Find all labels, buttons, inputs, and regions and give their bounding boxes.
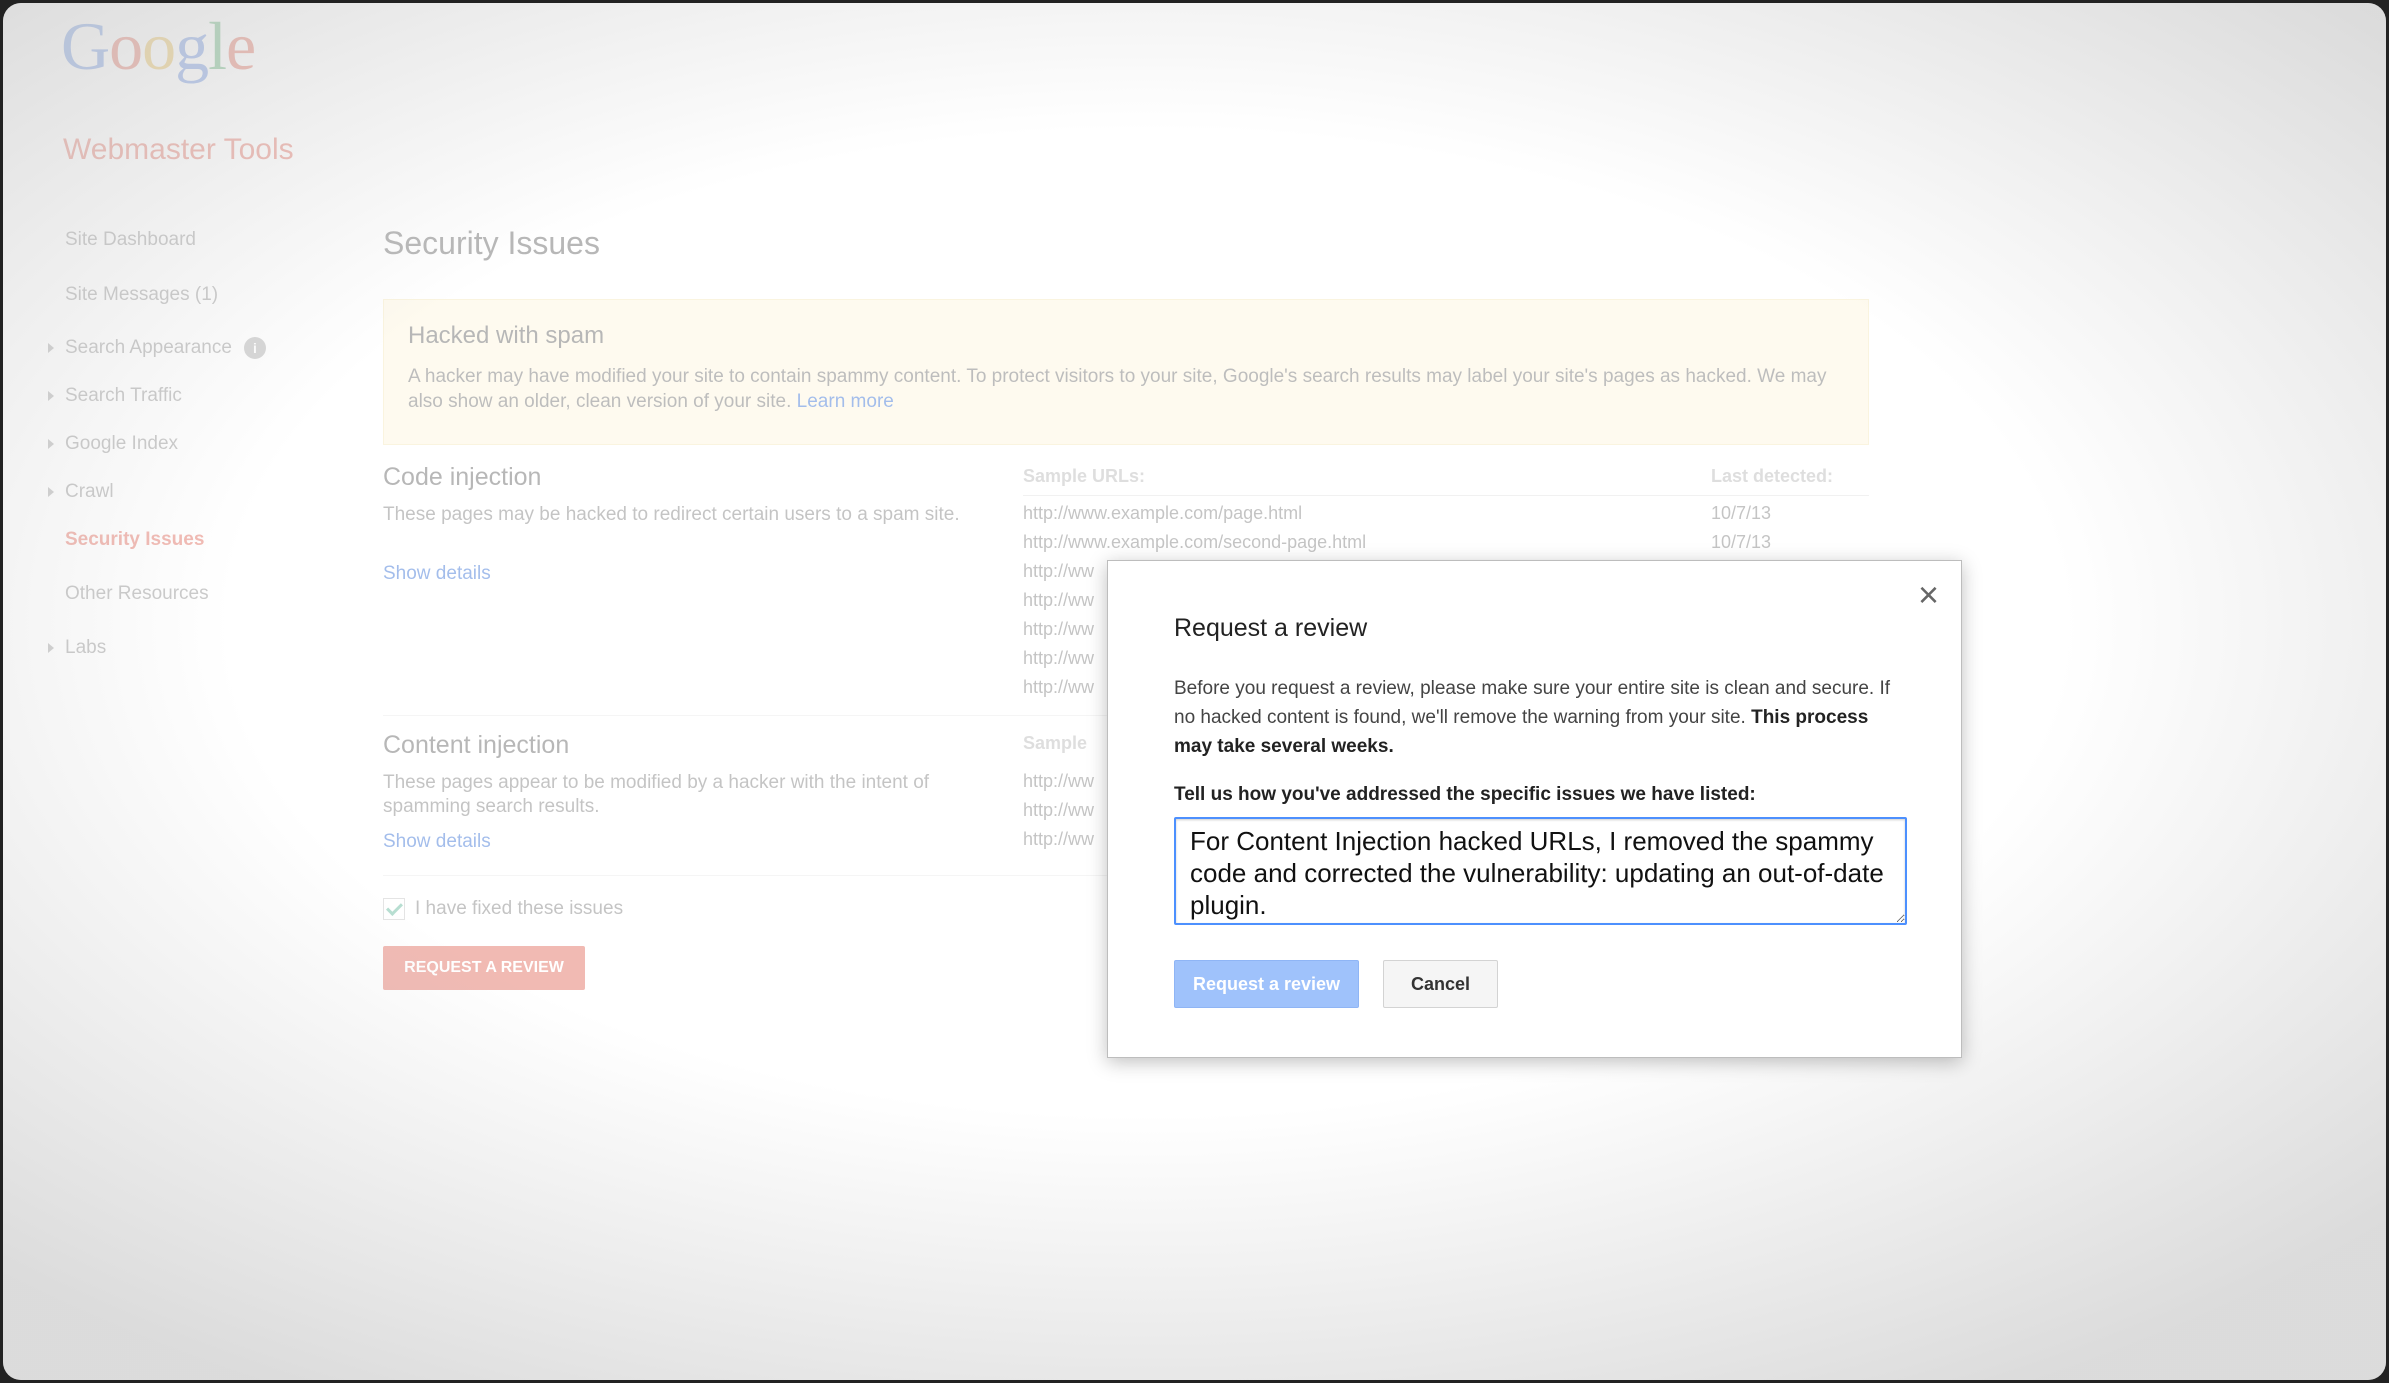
expand-arrow-icon — [48, 391, 54, 401]
request-review-dialog: × Request a review Before you request a … — [1107, 560, 1962, 1058]
sidebar-item-crawl[interactable]: Crawl — [48, 481, 114, 503]
sidebar-item-google-index[interactable]: Google Index — [48, 433, 178, 455]
sample-url[interactable]: http://ww — [1023, 829, 1094, 850]
dialog-description: Before you request a review, please make… — [1174, 678, 1891, 757]
sidebar-item-other-resources[interactable]: Other Resources — [65, 583, 209, 605]
screen: Google Webmaster Tools Site Dashboard Si… — [3, 3, 2386, 1380]
page-title: Security Issues — [383, 225, 600, 261]
sample-urls-header: Sample URLs: — [1023, 466, 1146, 486]
show-details-link[interactable]: Show details — [383, 563, 491, 585]
last-detected-header: Last detected: — [1711, 466, 1834, 486]
section-title: Code injection — [383, 463, 542, 491]
sample-url[interactable]: http://ww — [1023, 648, 1094, 669]
sidebar-item-site-dashboard[interactable]: Site Dashboard — [65, 229, 196, 251]
dialog-title: Request a review — [1174, 614, 1368, 642]
sample-url[interactable]: http://www.example.com/second-page.html — [1023, 532, 1366, 553]
sidebar-item-labs[interactable]: Labs — [48, 637, 106, 659]
fixed-issues-checkbox-row[interactable]: I have fixed these issues — [383, 898, 623, 920]
sample-url[interactable]: http://ww — [1023, 619, 1094, 640]
explanation-label: Tell us how you've addressed the specifi… — [1174, 784, 1756, 805]
product-title: Webmaster Tools — [63, 133, 294, 166]
request-review-button[interactable]: REQUEST A REVIEW — [383, 946, 585, 990]
sample-url[interactable]: http://ww — [1023, 590, 1094, 611]
show-details-link[interactable]: Show details — [383, 831, 491, 853]
detected-date: 10/7/13 — [1711, 503, 1772, 523]
detected-date: 10/7/13 — [1711, 532, 1772, 552]
alert-title: Hacked with spam — [408, 322, 605, 349]
section-description: These pages appear to be modified by a h… — [383, 772, 930, 817]
google-logo: Google — [61, 8, 256, 84]
sample-url[interactable]: http://www.example.com/page.html — [1023, 503, 1302, 524]
explanation-textarea[interactable]: For Content Injection hacked URLs, I rem… — [1174, 817, 1907, 925]
sample-urls-header: Sample — [1023, 733, 1088, 753]
divider — [1023, 495, 1869, 496]
expand-arrow-icon — [48, 439, 54, 449]
sample-url[interactable]: http://ww — [1023, 561, 1094, 582]
sample-url[interactable]: http://ww — [1023, 800, 1094, 821]
submit-review-button[interactable]: Request a review — [1174, 960, 1359, 1008]
expand-arrow-icon — [48, 487, 54, 497]
checkbox[interactable] — [383, 898, 405, 920]
sidebar-item-search-traffic[interactable]: Search Traffic — [48, 385, 182, 407]
hacked-alert: Hacked with spam A hacker may have modif… — [383, 299, 1869, 445]
section-title: Content injection — [383, 731, 570, 759]
sample-url[interactable]: http://ww — [1023, 677, 1094, 698]
info-icon[interactable]: i — [243, 337, 266, 359]
alert-text: A hacker may have modified your site to … — [408, 366, 1827, 412]
expand-arrow-icon — [48, 343, 54, 353]
sample-url[interactable]: http://ww — [1023, 771, 1094, 792]
sidebar-item-search-appearance[interactable]: Search Appearance i — [48, 337, 266, 359]
sidebar-item-security-issues[interactable]: Security Issues — [65, 529, 204, 551]
close-icon[interactable]: × — [1918, 577, 1939, 613]
cancel-button[interactable]: Cancel — [1383, 960, 1498, 1008]
section-description: These pages may be hacked to redirect ce… — [383, 504, 960, 525]
expand-arrow-icon — [48, 643, 54, 653]
sidebar-item-site-messages[interactable]: Site Messages (1) — [65, 284, 218, 306]
learn-more-link[interactable]: Learn more — [797, 391, 894, 412]
